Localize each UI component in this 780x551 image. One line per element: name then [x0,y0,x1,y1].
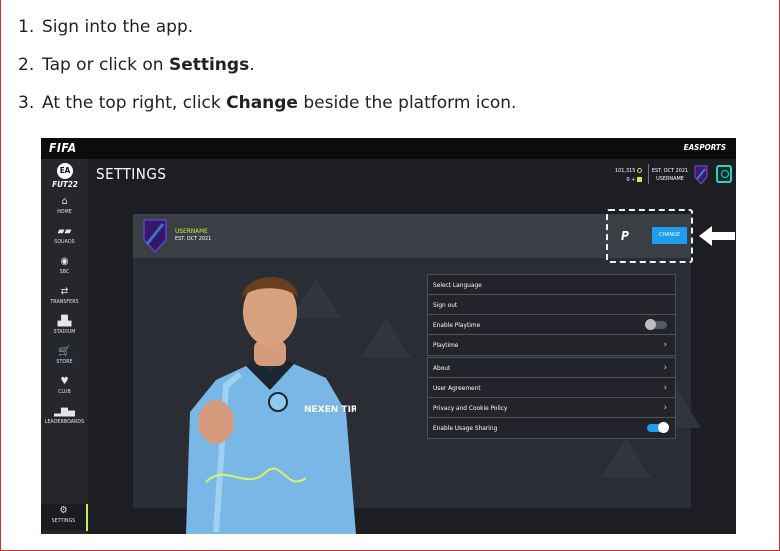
jersey-sponsor: NEXEN TIRE [304,405,356,415]
stadium-icon: ▟▙ [57,316,72,327]
playtime-toggle[interactable] [645,319,667,330]
menu-item-select-language[interactable]: Select Language [428,275,675,295]
settings-menu-primary: Select Language Sign out Enable Playtime… [427,274,676,356]
step-3: 3. At the top right, click Change beside… [18,90,516,128]
profile-est-date: EST. OCT 2021 [175,236,212,242]
header-username: USERNAME [656,176,684,182]
menu-item-label: Enable Playtime [433,321,481,329]
points-icon [637,177,642,182]
step-emphasis: Settings [168,55,250,75]
profile-username: USERNAME [175,227,208,235]
menu-item-playtime[interactable]: Playtime › [428,335,675,355]
sidebar-item-label: STORE [56,359,73,365]
toggle-knob [645,319,656,330]
sbc-icon: ◉ [60,256,69,267]
background-shape [601,438,651,478]
menu-item-about[interactable]: About › [428,358,675,378]
fifa-logo: FIFA [49,141,77,155]
profile-crest-icon [143,219,167,254]
instruction-list: 1. Sign into the app. 2. Tap or click on… [18,14,516,128]
sidebar-item-label: LEADERBOARDS [44,419,85,425]
level-badge-icon[interactable] [716,165,732,183]
chevron-right-icon: › [663,363,667,373]
step-text-end: beside the platform icon. [297,93,517,113]
store-cart-icon: 🛒 [58,346,71,357]
club-icon: ♥ [60,376,69,387]
step-1: 1. Sign into the app. [18,14,516,52]
transfers-icon: ⇄ [60,286,69,297]
sidebar-item-label: STADIUM [53,329,76,335]
arrow-left-icon [699,226,735,246]
menu-item-label: Select Language [433,281,482,289]
highlight-box [606,209,693,263]
sidebar-item-squads[interactable]: ▰▰ SQUADS [41,226,88,246]
menu-item-label: Playtime [433,341,459,349]
sidebar-item-club[interactable]: ♥ CLUB [41,376,88,396]
sidebar-item-label: TRANSFERS [50,299,79,305]
leaderboards-icon: ▂▆▄ [54,406,75,417]
menu-item-enable-playtime[interactable]: Enable Playtime [428,315,675,335]
step-text: Tap or click on [42,55,169,75]
squads-icon: ▰▰ [57,226,72,237]
coin-icon [637,168,642,173]
menu-item-privacy-policy[interactable]: Privacy and Cookie Policy › [428,398,675,418]
menu-item-label: Privacy and Cookie Policy [433,404,508,412]
page-title: SETTINGS [96,165,167,183]
player-image: NEXEN TIRE [186,276,356,534]
usage-sharing-toggle[interactable] [647,422,669,433]
step-number: 1. [18,17,35,37]
club-crest-icon [694,165,708,185]
sidebar-item-label: SBC [59,269,70,275]
menu-item-usage-sharing[interactable]: Enable Usage Sharing [428,418,675,438]
menu-item-label: About [433,364,451,372]
step-text: Sign into the app. [42,17,194,37]
chevron-right-icon: › [663,383,667,393]
coin-balance: 101,315 [614,168,636,174]
settings-menu-secondary: About › User Agreement › Privacy and Cooki… [427,357,676,439]
menu-item-user-agreement[interactable]: User Agreement › [428,378,675,398]
step-emphasis: Change [226,93,298,113]
step-number: 2. [18,55,35,75]
currency-display: 101,315 0 + [610,167,642,185]
sidebar-item-label: HOME [57,209,72,215]
sidebar: EA FUT22 ⌂ HOME ▰▰ SQUADS ◉ SBC ⇄ TRANSF… [41,159,88,534]
header-profile[interactable]: EST. OCT 2021 USERNAME [650,167,690,183]
gear-icon: ⚙ [59,505,68,516]
sidebar-item-sbc[interactable]: ◉ SBC [41,256,88,276]
menu-item-label: Enable Usage Sharing [433,424,498,432]
points-balance: 0 [626,177,630,183]
ea-badge-icon: EA [57,163,73,179]
sidebar-item-settings[interactable]: ⚙ SETTINGS [41,504,88,531]
sidebar-item-stadium[interactable]: ▟▙ STADIUM [41,316,88,336]
sidebar-item-label: SQUADS [54,239,75,245]
home-icon: ⌂ [61,196,68,207]
chevron-right-icon: › [663,340,667,350]
step-number: 3. [18,93,35,113]
brand-label: FUT22 [52,180,78,189]
sidebar-item-leaderboards[interactable]: ▂▆▄ LEADERBOARDS [41,406,88,426]
sidebar-item-home[interactable]: ⌂ HOME [41,196,88,216]
sidebar-item-label: SETTINGS [51,518,76,524]
app-screenshot: FIFA EASPORTS EA FUT22 ⌂ HOME ▰▰ SQUADS … [41,138,736,534]
chevron-right-icon: › [663,403,667,413]
step-2: 2. Tap or click on Settings. [18,52,516,90]
step-text-end: . [249,55,255,75]
sidebar-item-label: CLUB [58,389,71,395]
menu-item-label: Sign out [433,301,458,309]
fut-brand: EA FUT22 [49,163,81,189]
sidebar-item-transfers[interactable]: ⇄ TRANSFERS [41,286,88,306]
step-text: At the top right, click [42,93,227,113]
ea-sports-logo: EASPORTS [683,143,726,152]
title-bar: FIFA EASPORTS [41,138,736,159]
divider [648,164,649,184]
sidebar-item-store[interactable]: 🛒 STORE [41,346,88,366]
menu-item-sign-out[interactable]: Sign out [428,295,675,315]
background-shape [361,318,411,358]
header-est-date: EST. OCT 2021 [651,168,689,174]
toggle-knob [658,422,669,433]
menu-item-label: User Agreement [433,384,481,392]
